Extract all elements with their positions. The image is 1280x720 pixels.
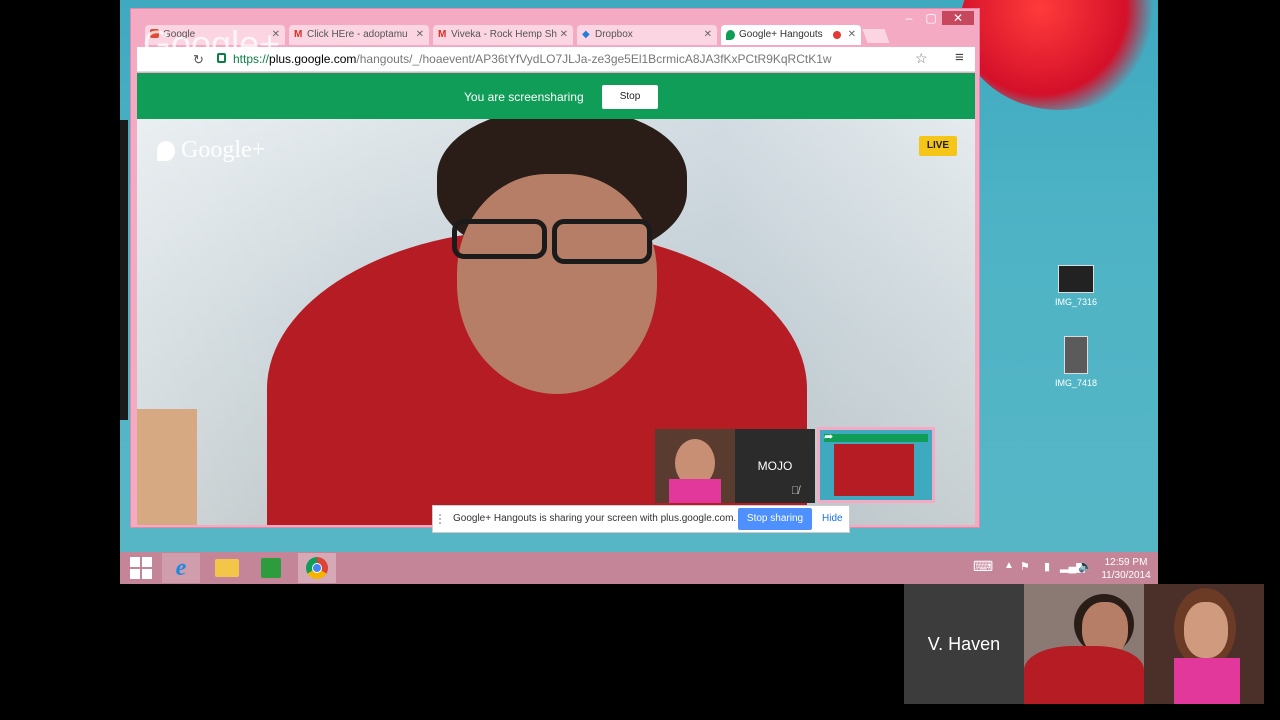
- tab-dropbox[interactable]: ◆ Dropbox ✕: [577, 25, 717, 45]
- screenshare-message: You are screensharing: [464, 90, 584, 104]
- menu-icon[interactable]: ≡: [955, 49, 964, 66]
- glasses-left: [452, 219, 547, 259]
- taskbar-app-store[interactable]: [252, 553, 290, 583]
- battery-icon[interactable]: ▮: [1044, 560, 1050, 573]
- lock-icon: [217, 53, 226, 63]
- reload-icon[interactable]: ↻: [193, 52, 204, 68]
- action-center-icon[interactable]: ⚑: [1020, 560, 1030, 573]
- mini-green-bar: [824, 434, 928, 442]
- internet-explorer-icon: e: [175, 554, 187, 581]
- url-domain: plus.google.com: [269, 52, 357, 66]
- close-tab-icon[interactable]: ✕: [416, 25, 424, 45]
- close-window-button[interactable]: ✕: [942, 11, 974, 25]
- tab-hangouts[interactable]: Google+ Hangouts ✕: [721, 25, 861, 45]
- windows-logo-icon: [130, 557, 152, 579]
- hangouts-icon: [726, 30, 735, 40]
- main-video: Google+ LIVE MOJO 🎙̸ ➦: [137, 119, 975, 525]
- tab-label: Click HEre - adoptamu: [307, 29, 408, 40]
- image-thumbnail-icon: [1064, 336, 1088, 374]
- participant-sweater: [1024, 646, 1144, 704]
- desktop-icon-img7316[interactable]: IMG_7316: [1046, 265, 1106, 307]
- taskbar-app-explorer[interactable]: [208, 553, 246, 583]
- live-badge: LIVE: [919, 136, 957, 156]
- image-thumbnail-icon: [1058, 265, 1094, 293]
- person-face: [457, 174, 657, 394]
- participant-face: [1184, 602, 1228, 658]
- participant-name: V. Haven: [927, 633, 1001, 654]
- start-button[interactable]: [122, 553, 160, 583]
- url-text: https://plus.google.com/hangouts/_/hoaev…: [233, 52, 832, 66]
- hangouts-logo-icon: [157, 140, 175, 161]
- tab-label: Dropbox: [595, 29, 633, 40]
- close-tab-icon[interactable]: ✕: [560, 25, 568, 45]
- tab-click-here[interactable]: M Click HEre - adoptamu ✕: [289, 25, 429, 45]
- address-bar[interactable]: ↻ https://plus.google.com/hangouts/_/hoa…: [137, 47, 975, 72]
- participant-thumb-screenshare[interactable]: ➦: [817, 427, 935, 503]
- desktop-edge: [120, 120, 128, 420]
- minimize-button[interactable]: –: [898, 11, 920, 25]
- stop-screenshare-button[interactable]: Stop: [602, 85, 658, 109]
- glasses-right: [552, 219, 652, 264]
- clock-date: 11/30/2014: [1101, 570, 1151, 581]
- close-tab-icon[interactable]: ✕: [704, 25, 712, 45]
- drag-handle-icon[interactable]: [439, 514, 445, 524]
- keyboard-icon[interactable]: ⌨: [973, 558, 993, 575]
- desktop-icon-img7418[interactable]: IMG_7418: [1046, 336, 1106, 388]
- tray-expand-icon[interactable]: ▲: [1004, 560, 1014, 571]
- clock-time: 12:59 PM: [1104, 557, 1148, 568]
- gmail-icon: M: [294, 29, 303, 40]
- participant-name: MOJO: [757, 459, 793, 473]
- url-scheme: https://: [233, 52, 270, 66]
- store-icon: [261, 558, 281, 578]
- wallpaper-flower: [960, 0, 1158, 110]
- screenshare-bar: You are screensharing Stop: [137, 73, 975, 119]
- mic-muted-icon: 🎙̸: [791, 485, 800, 497]
- bookmark-star-icon[interactable]: ☆: [915, 50, 928, 67]
- recording-icon: [833, 31, 841, 39]
- hide-link[interactable]: Hide: [822, 513, 843, 524]
- share-arrow-icon: ➦: [824, 431, 834, 443]
- url-path: /hangouts/_/hoaevent/AP36tYfVydLO7JLJa-z…: [356, 52, 832, 66]
- chair-shape: [137, 409, 197, 525]
- hangout-brand-text: Google+: [181, 137, 266, 163]
- close-tab-icon[interactable]: ✕: [848, 25, 856, 45]
- participant-scarf: [1174, 658, 1240, 704]
- participant-tile-2[interactable]: [1024, 584, 1144, 704]
- tab-label: Google+ Hangouts: [739, 29, 823, 40]
- new-tab-button[interactable]: [862, 29, 890, 43]
- tab-viveka[interactable]: M Viveka - Rock Hemp Sh ✕: [433, 25, 573, 45]
- maximize-button[interactable]: ▢: [920, 11, 942, 25]
- stop-sharing-button[interactable]: Stop sharing: [738, 508, 812, 530]
- mini-video: [834, 444, 914, 496]
- hangout-brand: Google+: [157, 137, 265, 164]
- chrome-icon: [306, 557, 328, 579]
- folder-icon: [215, 559, 239, 577]
- participant-thumb-1[interactable]: [655, 429, 735, 503]
- browser-window: – ▢ ✕ Google ✕ M Click HEre - adoptamu ✕…: [130, 8, 980, 528]
- volume-icon[interactable]: 🔈: [1078, 559, 1093, 573]
- taskbar-app-ie[interactable]: e: [162, 553, 200, 583]
- share-notification: Google+ Hangouts is sharing your screen …: [432, 505, 850, 533]
- share-notification-text: Google+ Hangouts is sharing your screen …: [453, 513, 737, 524]
- participant-thumb-mojo[interactable]: MOJO 🎙̸: [735, 429, 815, 503]
- clock[interactable]: 12:59 PM 11/30/2014: [1098, 556, 1154, 582]
- participant-tile-vhaven[interactable]: V. Haven: [904, 584, 1024, 704]
- taskbar: e ⌨ ▲ ⚑ ▮ ▂▄▆ 🔈 12:59 PM 11/30/2014: [120, 552, 1158, 584]
- tab-label: Viveka - Rock Hemp Sh: [451, 29, 557, 40]
- dropbox-icon: ◆: [582, 29, 590, 40]
- participant-scarf: [669, 479, 721, 503]
- taskbar-app-chrome[interactable]: [298, 553, 336, 583]
- desktop-icon-label: IMG_7418: [1054, 378, 1098, 388]
- participant-tile-3[interactable]: [1144, 584, 1264, 704]
- desktop-icon-label: IMG_7316: [1054, 297, 1098, 307]
- gmail-icon: M: [438, 29, 447, 40]
